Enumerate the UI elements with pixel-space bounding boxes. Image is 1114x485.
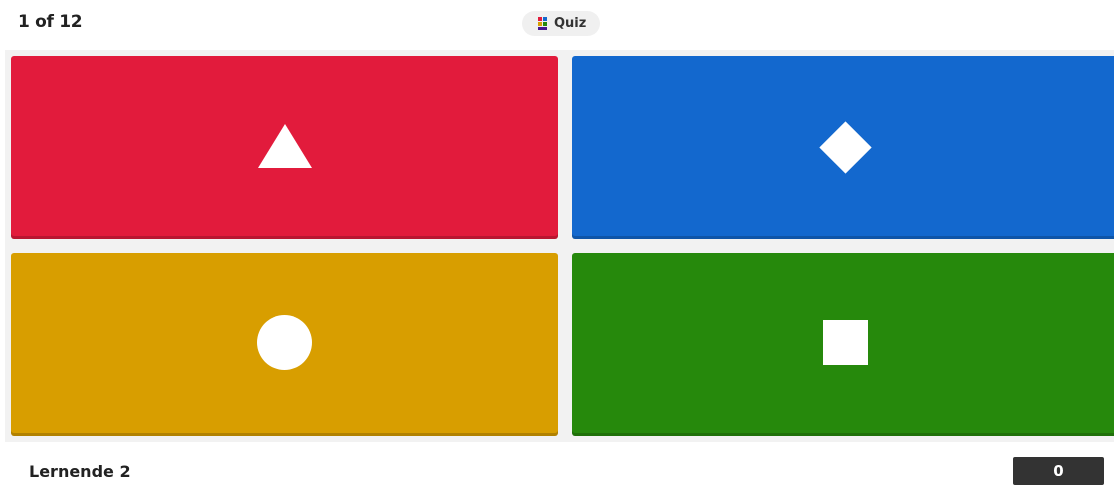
answer-button-square[interactable]: [572, 253, 1114, 436]
question-type-badge: Quiz: [522, 11, 601, 36]
triangle-icon: [258, 124, 312, 168]
question-counter: 1 of 12: [18, 12, 83, 32]
answer-button-triangle[interactable]: [11, 56, 558, 239]
diamond-icon: [819, 121, 872, 174]
answer-button-diamond[interactable]: [572, 56, 1114, 239]
quiz-blocks-icon: [538, 17, 547, 30]
square-icon: [823, 320, 868, 365]
top-bar: 1 of 12 Quiz: [0, 0, 1114, 46]
circle-icon: [257, 315, 312, 370]
player-name: Lernende 2: [29, 462, 131, 481]
answer-grid: [5, 50, 1114, 442]
question-type-label: Quiz: [554, 16, 587, 31]
answer-button-circle[interactable]: [11, 253, 558, 436]
score-display: 0: [1013, 457, 1104, 485]
